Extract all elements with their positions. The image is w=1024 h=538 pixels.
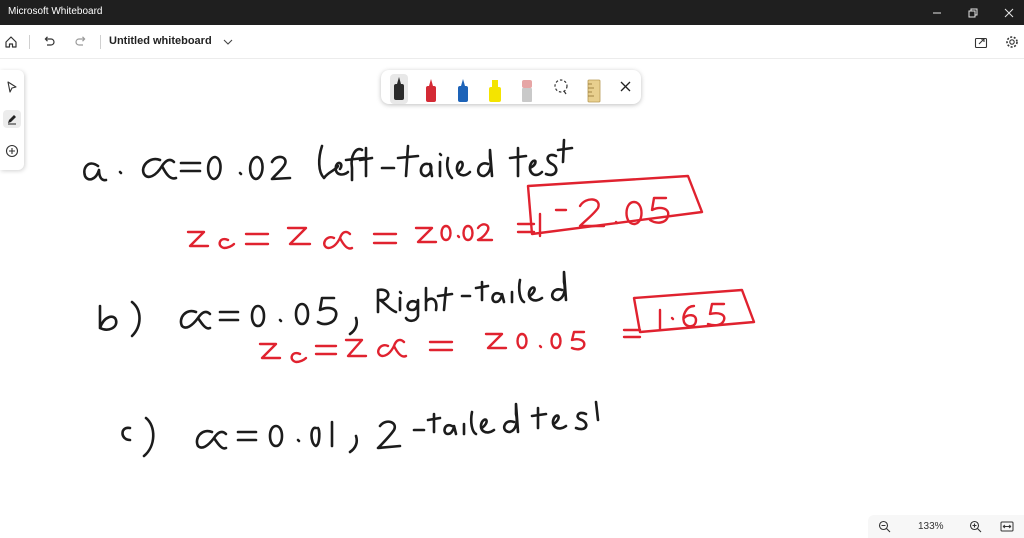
close-icon [1004,8,1014,17]
zoom-level[interactable]: 133% [918,521,944,532]
gear-icon [1006,36,1018,48]
fit-to-screen-button[interactable] [1000,520,1014,533]
restore-button[interactable] [955,0,991,25]
pointer-icon [7,81,17,93]
close-icon [620,81,631,92]
home-button[interactable] [0,31,22,53]
ruler-button[interactable] [584,74,604,104]
zoom-in-icon [969,520,982,533]
fit-screen-icon [1000,521,1014,532]
close-inking-button[interactable] [617,78,637,108]
select-tool-button[interactable] [3,78,21,96]
eraser-icon [522,80,532,102]
share-button[interactable] [970,31,992,53]
settings-button[interactable] [1001,31,1023,53]
home-icon [5,36,17,48]
ink-line-b [98,270,568,338]
black-pen-icon [390,74,408,104]
chevron-down-icon [223,39,233,45]
minimize-button[interactable] [919,0,955,25]
pen-icon [8,115,16,125]
zoom-bar: 133% [868,515,1024,538]
zoom-out-icon [878,520,891,533]
red-pen-button[interactable] [421,74,441,104]
inking-toolbar [381,70,641,104]
title-menu-button[interactable] [217,31,239,53]
highlighter-icon [489,80,501,102]
title-bar: Microsoft Whiteboard [0,0,1024,25]
red-pen-icon [426,79,436,102]
ink-line-b-result [258,288,756,364]
window-title: Microsoft Whiteboard [8,6,103,17]
redo-icon [75,36,86,46]
black-pen-button[interactable] [389,74,409,104]
app-toolbar: Untitled whiteboard [0,25,1024,59]
whiteboard-canvas[interactable] [0,59,1024,514]
plus-circle-icon [5,144,19,158]
minimize-icon [933,12,941,13]
toolbar-divider [100,35,101,49]
blue-pen-icon [458,79,468,102]
redo-button[interactable] [70,31,92,53]
left-tool-rail [0,70,24,170]
eraser-button[interactable] [517,74,537,104]
zoom-out-button[interactable] [878,520,891,533]
yellow-highlighter-button[interactable] [485,74,505,104]
close-window-button[interactable] [991,0,1024,25]
document-title[interactable]: Untitled whiteboard [109,35,212,47]
undo-icon [44,36,55,46]
ink-line-a-result [186,174,704,250]
undo-button[interactable] [38,31,60,53]
zoom-in-button[interactable] [969,520,982,533]
ruler-icon [587,79,601,103]
blue-pen-button[interactable] [453,74,473,104]
lasso-icon [554,79,568,95]
ink-line-c [121,400,600,458]
add-content-button[interactable] [3,142,21,160]
lasso-select-button[interactable] [551,77,571,107]
inking-tool-button[interactable] [3,110,21,128]
restore-icon [968,8,978,17]
share-icon [974,37,988,49]
ink-line-a [83,138,574,182]
toolbar-divider [29,35,30,49]
